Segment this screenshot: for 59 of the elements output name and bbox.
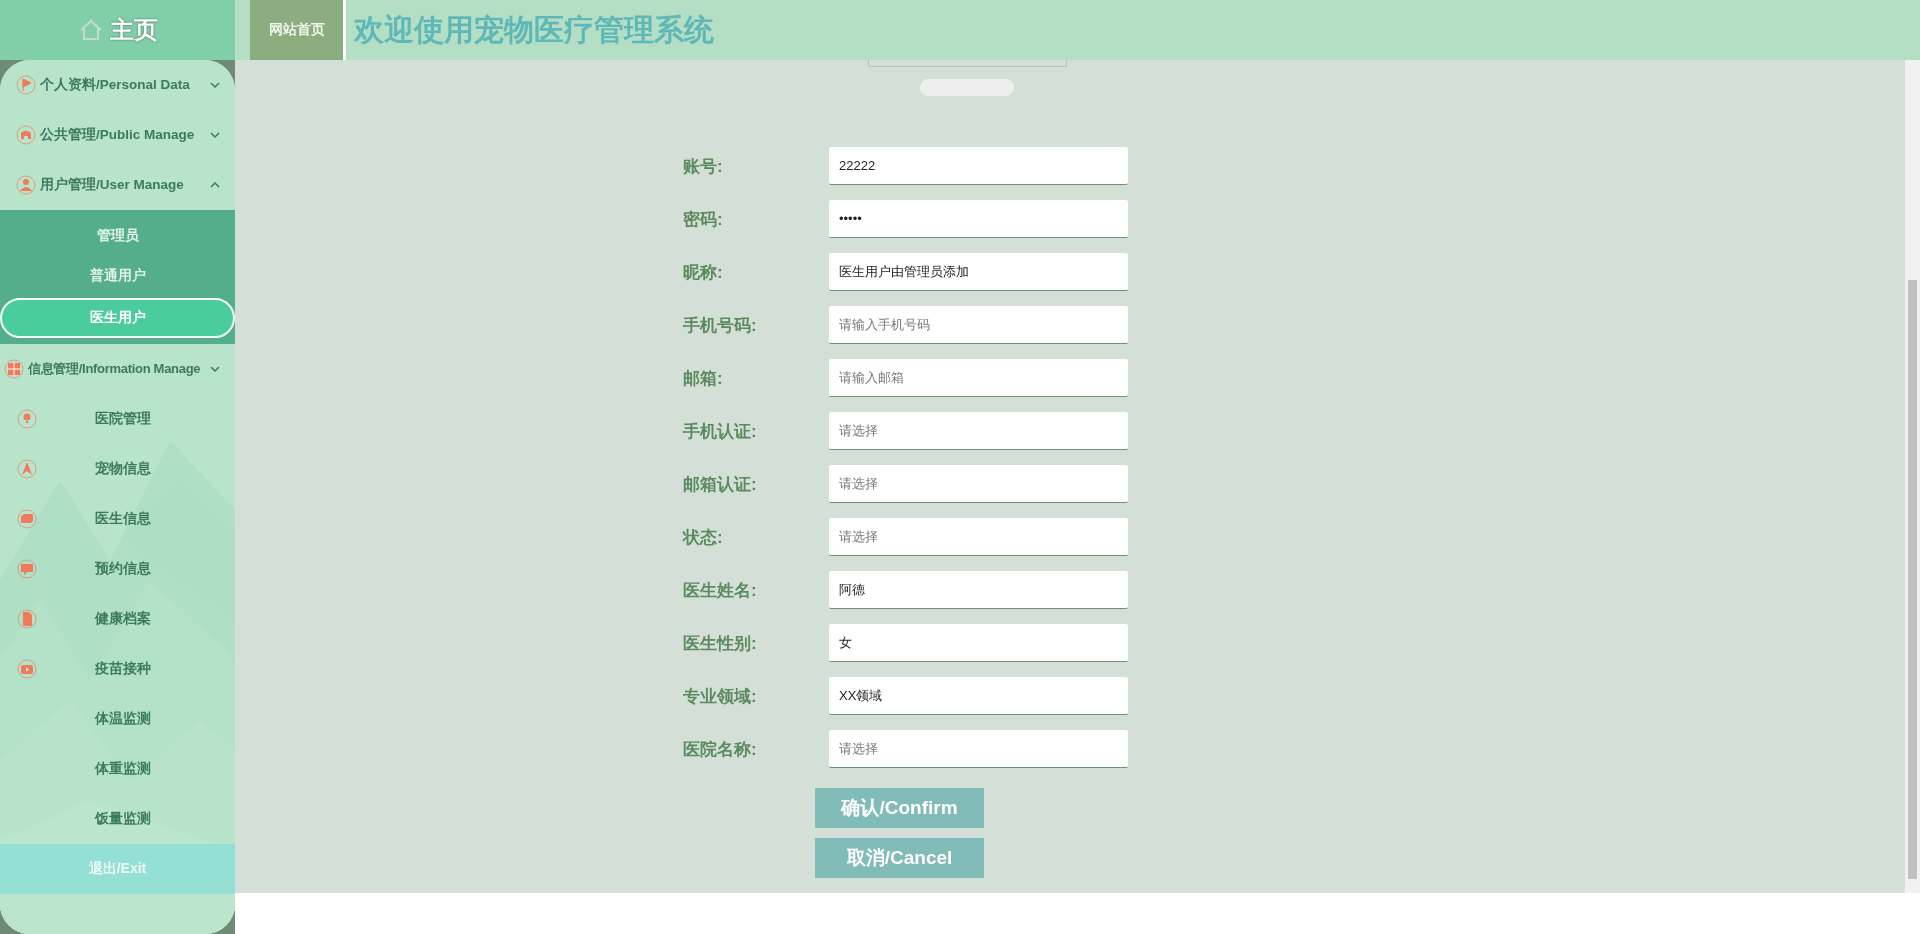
input-field[interactable]: 请输入手机号码: [829, 306, 1128, 344]
submenu-item[interactable]: 饭量监测: [0, 794, 235, 844]
cards-icon: [17, 509, 37, 529]
submenu-item[interactable]: 宠物信息: [0, 444, 235, 494]
input-field[interactable]: 请选择: [829, 518, 1128, 556]
field-label: 邮箱:: [683, 367, 724, 390]
field-label: 医生姓名:: [683, 579, 758, 602]
scrollbar[interactable]: [1905, 60, 1920, 893]
input-field[interactable]: 女: [829, 624, 1128, 662]
field-label: 昵称:: [683, 261, 724, 284]
submenu-item[interactable]: 医生用户: [0, 298, 235, 338]
input-field[interactable]: 请选择: [829, 465, 1128, 503]
bulb-icon: [17, 409, 37, 429]
submenu-item[interactable]: 健康档案: [0, 594, 235, 644]
document-icon: [17, 609, 37, 629]
home-label[interactable]: 主页: [109, 14, 158, 46]
input-field[interactable]: 阿德: [829, 571, 1128, 609]
input-field[interactable]: 请输入邮箱: [829, 359, 1128, 397]
video-icon: [17, 659, 37, 679]
menu-group[interactable]: 个人资料/Personal Data: [0, 60, 235, 110]
field-label: 手机认证:: [683, 420, 758, 443]
input-field[interactable]: •••••: [829, 200, 1128, 238]
chevron-down-icon: [209, 129, 221, 141]
chat-icon: [17, 559, 37, 579]
flag-icon: [16, 75, 36, 95]
field-label: 账号:: [683, 155, 724, 178]
field-label: 状态:: [683, 526, 724, 549]
chevron-down-icon: [209, 363, 221, 375]
form-button[interactable]: 取消/Cancel: [815, 838, 984, 878]
input-field[interactable]: 22222: [829, 147, 1128, 185]
field-label: 专业领域:: [683, 685, 758, 708]
site-home-tab[interactable]: 网站首页: [250, 0, 346, 60]
field-label: 医院名称:: [683, 738, 758, 761]
grid-icon: [4, 359, 24, 379]
submenu-item[interactable]: 体温监测: [0, 694, 235, 744]
input-field[interactable]: 请选择: [829, 730, 1128, 768]
upload-pill[interactable]: [920, 79, 1014, 96]
field-label: 邮箱认证:: [683, 473, 758, 496]
submenu-item[interactable]: 普通用户: [0, 256, 235, 296]
submenu-item[interactable]: 预约信息: [0, 544, 235, 594]
system-title: 欢迎使用宠物医疗管理系统: [354, 11, 714, 48]
submenu-item[interactable]: 体重监测: [0, 744, 235, 794]
submenu-item[interactable]: 医生信息: [0, 494, 235, 544]
user-icon: [16, 175, 36, 195]
submenu-item[interactable]: 疫苗接种: [0, 644, 235, 694]
field-label: 手机号码:: [683, 314, 758, 337]
input-field[interactable]: 请选择: [829, 412, 1128, 450]
submenu-item[interactable]: 管理员: [0, 216, 235, 256]
menu-group[interactable]: 用户管理/User Manage: [0, 160, 235, 210]
field-label: 医生性别:: [683, 632, 758, 655]
input-field[interactable]: XX领域: [829, 677, 1128, 715]
submenu-item[interactable]: 医院管理: [0, 394, 235, 444]
gamepad-icon: [16, 125, 36, 145]
menu-group[interactable]: 公共管理/Public Manage: [0, 110, 235, 160]
input-field[interactable]: 医生用户由管理员添加: [829, 253, 1128, 291]
chevron-down-icon: [209, 79, 221, 91]
field-label: 密码:: [683, 208, 724, 231]
menu-group[interactable]: 信息管理/Information Manage: [0, 344, 235, 394]
form-button[interactable]: 确认/Confirm: [815, 788, 984, 828]
